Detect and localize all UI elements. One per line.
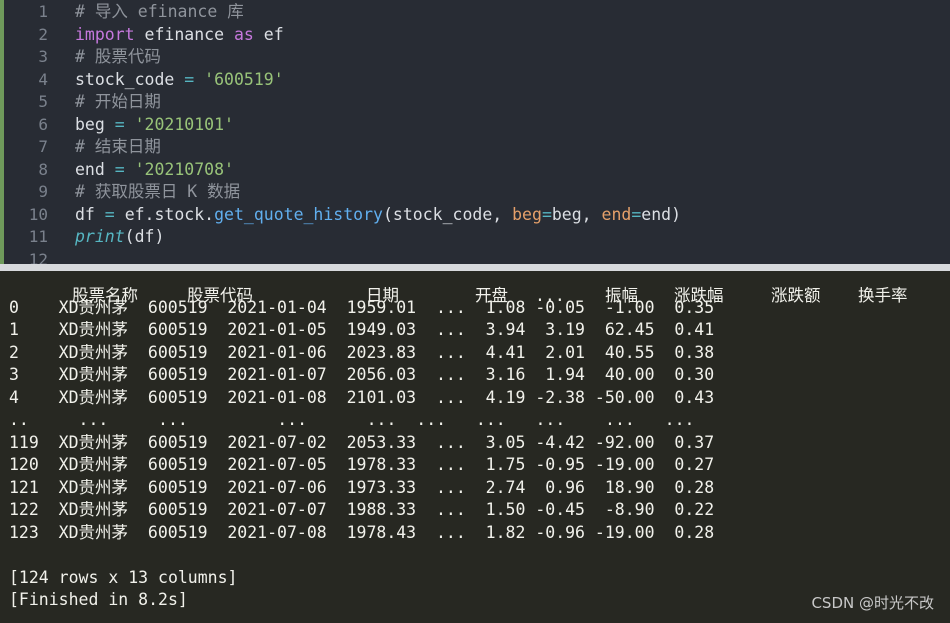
- table-row: 121 XD贵州茅 600519 2021-07-06 1973.33 ... …: [9, 477, 715, 497]
- keyword-argument: beg: [512, 204, 542, 224]
- code-line-2[interactable]: import efinance as ef: [75, 24, 284, 47]
- table-row-ellipsis: .. ... ... ... ... ... ... ... ... ...: [9, 410, 695, 429]
- function-name: get_quote_history: [214, 204, 383, 224]
- comment: # 股票代码: [75, 47, 161, 66]
- operator: =: [104, 159, 135, 179]
- comment: # 结束日期: [75, 137, 161, 156]
- code-line-11[interactable]: print(df): [75, 226, 164, 249]
- string-literal: '20210708': [134, 159, 234, 179]
- identifier: ef: [253, 24, 284, 44]
- string-literal: '600519': [204, 69, 284, 89]
- code-line-10[interactable]: df = ef.stock.get_quote_history(stock_co…: [75, 204, 681, 227]
- table-row: 122 XD贵州茅 600519 2021-07-07 1988.33 ... …: [9, 500, 715, 519]
- operator: =: [94, 204, 125, 224]
- line-number: 4: [38, 69, 48, 89]
- comment: # 获取股票日 K 数据: [75, 182, 241, 201]
- table-row: 1 XD贵州茅 600519 2021-01-05 1949.03 ... 3.…: [9, 320, 715, 339]
- line-number: 3: [38, 47, 48, 66]
- operator: =: [174, 69, 205, 89]
- table-row: 123 XD贵州茅 600519 2021-07-08 1978.43 ... …: [9, 522, 715, 542]
- identifier: ef.stock.: [124, 204, 215, 224]
- identifier: stock_code: [75, 69, 175, 89]
- table-row: 120 XD贵州茅 600519 2021-07-05 1978.33 ... …: [9, 455, 715, 474]
- call-args: (df): [124, 227, 165, 246]
- table-row: 3 XD贵州茅 600519 2021-01-07 2056.03 ... 3.…: [9, 365, 715, 384]
- panel-divider[interactable]: [0, 264, 950, 271]
- operator: =: [104, 114, 135, 134]
- line-number: 7: [38, 137, 48, 156]
- line-number-gutter: 1 2 3 4 5 6 7 8 9 10 11 12: [4, 0, 48, 264]
- finished-status: [Finished in 8.2s]: [9, 590, 188, 609]
- builtin-function: print: [75, 227, 125, 246]
- line-number: 1: [38, 2, 48, 21]
- column-header: 涨跌额: [771, 286, 821, 305]
- identifier: df: [75, 204, 95, 224]
- string-literal: '20210101': [134, 114, 234, 134]
- identifier: efinance: [134, 24, 234, 44]
- code-line-1[interactable]: # 导入 efinance 库: [75, 1, 244, 24]
- call-args: end): [641, 204, 682, 224]
- comment: # 开始日期: [75, 92, 161, 111]
- keyword-argument: end: [601, 204, 632, 224]
- code-line-9[interactable]: # 获取股票日 K 数据: [75, 181, 240, 204]
- identifier: end: [75, 159, 105, 179]
- code-line-4[interactable]: stock_code = '600519': [75, 69, 284, 92]
- code-editor[interactable]: 1 2 3 4 5 6 7 8 9 10 11 12 # 导入 efinance…: [0, 0, 950, 264]
- line-number: 11: [28, 227, 48, 246]
- code-line-3[interactable]: # 股票代码: [75, 46, 161, 69]
- line-number: 10: [28, 204, 48, 224]
- comment: # 导入 efinance 库: [75, 2, 244, 21]
- operator: =: [541, 204, 552, 224]
- call-args: beg,: [551, 204, 602, 224]
- call-args: (stock_code,: [382, 204, 513, 224]
- keyword: import: [75, 24, 135, 44]
- line-number: 8: [38, 159, 48, 179]
- line-number: 9: [38, 182, 48, 201]
- table-summary: [124 rows x 13 columns]: [9, 567, 238, 587]
- line-number: 12: [28, 249, 48, 265]
- table-row: 4 XD贵州茅 600519 2021-01-08 2101.03 ... 4.…: [9, 387, 715, 407]
- table-row: 2 XD贵州茅 600519 2021-01-06 2023.83 ... 4.…: [9, 342, 715, 362]
- code-line-5[interactable]: # 开始日期: [75, 91, 161, 114]
- code-line-8[interactable]: end = '20210708': [75, 159, 234, 182]
- identifier: beg: [75, 114, 105, 134]
- table-row: 0 XD贵州茅 600519 2021-01-04 1959.01 ... 1.…: [9, 297, 715, 317]
- table-row: 119 XD贵州茅 600519 2021-07-02 2053.33 ... …: [9, 432, 715, 452]
- watermark: CSDN @时光不改: [811, 594, 934, 612]
- output-console[interactable]: 股票名称 股票代码 日期 开盘 ... 振幅 涨跌幅 涨跌额 换手率 0 XD贵…: [0, 271, 950, 623]
- line-number: 6: [38, 114, 48, 134]
- operator: =: [631, 204, 642, 224]
- code-line-6[interactable]: beg = '20210101': [75, 114, 234, 137]
- line-number: 5: [38, 92, 48, 111]
- code-line-7[interactable]: # 结束日期: [75, 136, 161, 159]
- keyword: as: [233, 24, 254, 44]
- column-header: 换手率: [858, 286, 908, 305]
- line-number: 2: [38, 24, 48, 44]
